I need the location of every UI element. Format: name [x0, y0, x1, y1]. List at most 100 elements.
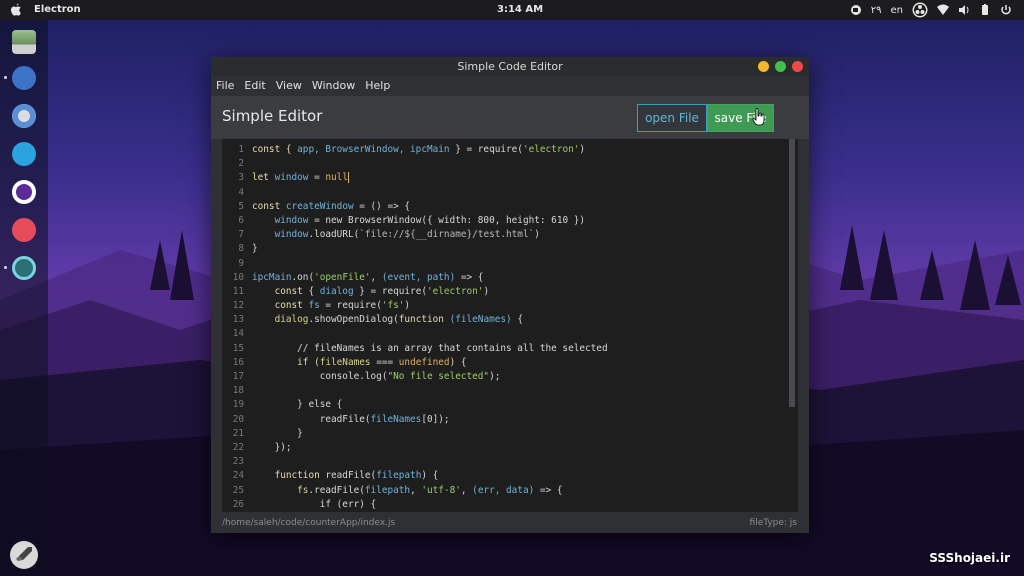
- code-line[interactable]: 17 console.log("No file selected");: [222, 370, 782, 384]
- code-line[interactable]: 18: [222, 384, 782, 398]
- code-token: ): [404, 300, 411, 312]
- active-app-name[interactable]: Electron: [34, 4, 81, 15]
- battery-icon[interactable]: [979, 4, 991, 16]
- keyboard-language[interactable]: en: [891, 5, 904, 16]
- code-area[interactable]: 1 const { app, BrowserWindow, ipcMain } =…: [222, 143, 782, 512]
- code-line[interactable]: 9: [222, 257, 782, 271]
- code-line[interactable]: 6 window = new BrowserWindow({ width: 80…: [222, 214, 782, 228]
- open-file-button[interactable]: open File: [637, 104, 707, 132]
- wifi-icon[interactable]: [937, 4, 949, 16]
- menu-file[interactable]: File: [216, 76, 234, 96]
- code-line[interactable]: 24 function readFile(filepath) {: [222, 469, 782, 483]
- dock: [0, 20, 48, 576]
- code-line[interactable]: 21 }: [222, 427, 782, 441]
- menu-view[interactable]: View: [276, 76, 302, 96]
- line-number: 6: [238, 214, 244, 226]
- code-line[interactable]: 2: [222, 157, 782, 171]
- obs-icon[interactable]: [912, 2, 928, 18]
- line-number: 25: [232, 484, 244, 496]
- electron-icon[interactable]: [12, 256, 36, 280]
- code-line[interactable]: 11 const { dialog } = require('electron'…: [222, 285, 782, 299]
- coffee-icon[interactable]: [850, 4, 862, 16]
- editor-header: Simple Editor open File save File: [211, 96, 809, 139]
- code-line[interactable]: 19 } else {: [222, 398, 782, 412]
- vertical-scrollbar[interactable]: [789, 139, 795, 407]
- system-tray: ۲۹ en: [850, 2, 1012, 18]
- line-source: dialog.showOpenDialog(function (fileName…: [252, 313, 523, 327]
- code-line[interactable]: 7 window.loadURL(`file://${__dirname}/te…: [222, 228, 782, 242]
- code-token: 'fs': [381, 300, 405, 312]
- code-token: fileNames: [319, 356, 371, 368]
- code-token: filepath: [376, 470, 422, 482]
- line-number: 26: [232, 498, 244, 510]
- line-source: const createWindow = () => {: [252, 200, 410, 214]
- telegram-icon[interactable]: [12, 142, 36, 166]
- menu-window[interactable]: Window: [312, 76, 355, 96]
- code-line[interactable]: 13 dialog.showOpenDialog(function (fileN…: [222, 313, 782, 327]
- volume-icon[interactable]: [958, 4, 970, 16]
- code-line[interactable]: 26 if (err) {: [222, 498, 782, 512]
- code-line[interactable]: 20 readFile(fileNames[0]);: [222, 413, 782, 427]
- vscode-icon[interactable]: [12, 66, 36, 90]
- code-token: }: [252, 243, 258, 255]
- code-line[interactable]: 16 if (fileNames === undefined) {: [222, 356, 782, 370]
- code-token: [0]);: [421, 413, 450, 425]
- code-token: .showOpenDialog(: [308, 314, 399, 326]
- code-token: // fileNames is an array that contains a…: [252, 342, 608, 354]
- chrome-icon[interactable]: [12, 104, 36, 128]
- file-path: /home/saleh/code/counterApp/index.js: [222, 518, 396, 528]
- apple-icon[interactable]: [10, 3, 22, 17]
- code-line[interactable]: 25 fs.readFile(filepath, 'utf-8', (err, …: [222, 484, 782, 498]
- code-line[interactable]: 23: [222, 455, 782, 469]
- maximize-button[interactable]: [775, 61, 786, 72]
- code-line[interactable]: 14: [222, 327, 782, 341]
- line-number: 24: [232, 470, 244, 482]
- menu-help[interactable]: Help: [365, 76, 390, 96]
- text-caret: [347, 172, 349, 184]
- code-token: if (err) {: [252, 498, 377, 510]
- code-line[interactable]: 4: [222, 186, 782, 200]
- code-line[interactable]: 3 let window = null: [222, 171, 782, 185]
- running-indicator: [4, 76, 7, 79]
- clock[interactable]: 3:14 AM: [497, 4, 543, 15]
- code-line[interactable]: 15 // fileNames is an array that contain…: [222, 342, 782, 356]
- title-bar[interactable]: Simple Code Editor: [211, 57, 809, 76]
- line-number: 15: [232, 342, 244, 354]
- code-line[interactable]: 12 const fs = require('fs'): [222, 299, 782, 313]
- code-token: const {: [252, 285, 320, 297]
- code-token: = () => {: [353, 200, 411, 212]
- code-token: ) {: [421, 470, 439, 482]
- code-token: ===: [370, 356, 399, 368]
- code-token: ,: [370, 271, 382, 283]
- line-number: 11: [232, 285, 244, 297]
- code-line[interactable]: 8}: [222, 242, 782, 256]
- code-line[interactable]: 1 const { app, BrowserWindow, ipcMain } =…: [222, 143, 782, 157]
- code-token: ,: [460, 484, 473, 496]
- code-token: fs: [308, 300, 320, 312]
- code-line[interactable]: 22 });: [222, 441, 782, 455]
- close-button[interactable]: [792, 61, 803, 72]
- line-source: if (fileNames === undefined) {: [252, 356, 466, 370]
- code-token: }): [568, 214, 586, 226]
- code-token: } else {: [252, 399, 343, 411]
- lollypop-icon[interactable]: [12, 218, 36, 242]
- line-source: });: [252, 441, 292, 455]
- code-token: }: [252, 427, 303, 439]
- minimize-button[interactable]: [758, 61, 769, 72]
- line-number: 10: [232, 271, 244, 283]
- menu-edit[interactable]: Edit: [244, 76, 265, 96]
- code-token: ): [534, 229, 540, 241]
- code-token: window: [252, 214, 309, 226]
- launcher-rocket-icon[interactable]: [10, 541, 38, 569]
- line-source: function readFile(filepath) {: [252, 469, 439, 483]
- menu-bar: File Edit View Window Help: [211, 76, 809, 96]
- tray-date[interactable]: ۲۹: [871, 5, 882, 16]
- files-icon[interactable]: [12, 30, 36, 54]
- power-icon[interactable]: [1000, 4, 1012, 16]
- running-indicator: [4, 266, 7, 269]
- code-line[interactable]: 5 const createWindow = () => {: [222, 200, 782, 214]
- code-line[interactable]: 10 ipcMain.on('openFile', (event, path) =…: [222, 271, 782, 285]
- line-number: 23: [232, 456, 244, 468]
- tor-browser-icon[interactable]: [12, 180, 36, 204]
- code-editor[interactable]: 1 const { app, BrowserWindow, ipcMain } =…: [222, 139, 798, 512]
